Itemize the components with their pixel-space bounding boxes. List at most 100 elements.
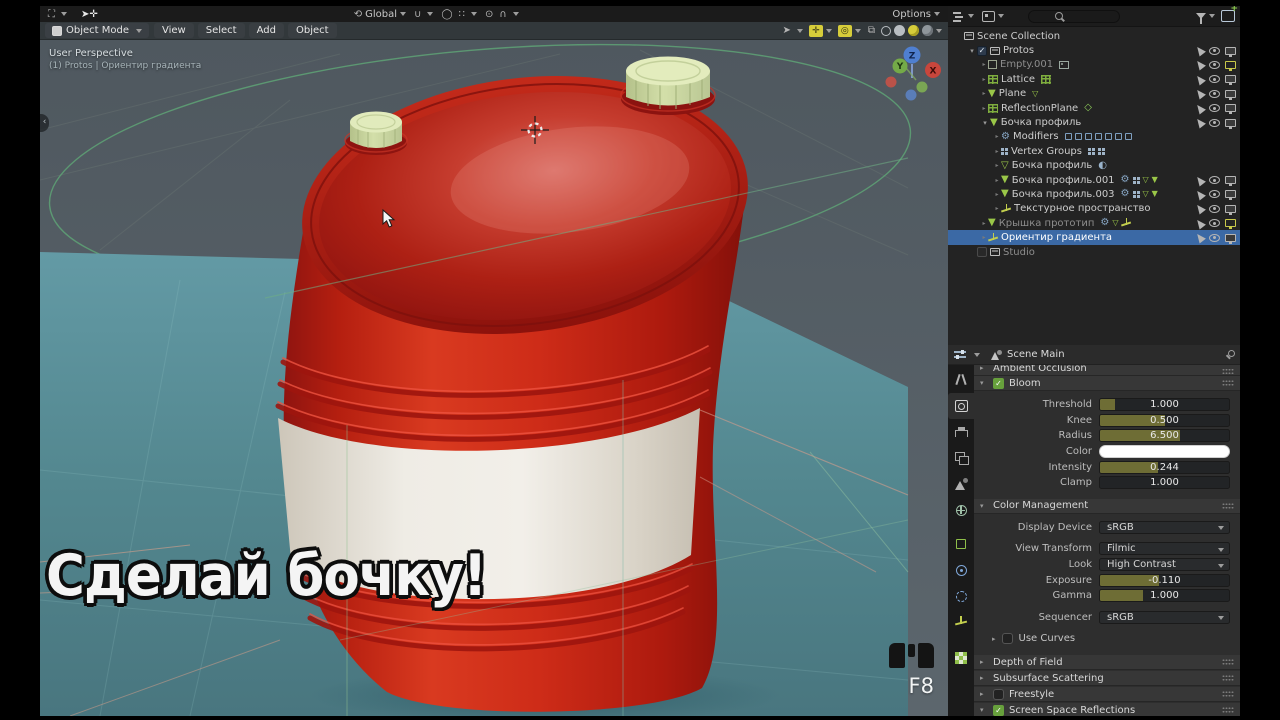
eye-icon[interactable] — [1209, 46, 1220, 55]
monitor-disabled-icon[interactable] — [1225, 60, 1236, 71]
tab-output[interactable] — [948, 419, 974, 445]
eye-icon[interactable] — [1209, 176, 1220, 185]
outliner-row[interactable]: ▸ Ориентир градиента — [948, 230, 1240, 245]
properties-editor-icon[interactable] — [954, 349, 966, 360]
selectability-icon[interactable] — [1194, 102, 1206, 115]
tab-object[interactable] — [948, 531, 974, 557]
panel-color-management-header[interactable]: ▾ Color Management — [974, 498, 1240, 514]
disclosure-icon[interactable]: ▸ — [992, 635, 996, 643]
eye-icon[interactable] — [1209, 204, 1220, 213]
eye-icon[interactable] — [1209, 75, 1220, 84]
tab-view-layer[interactable] — [948, 445, 974, 471]
outliner-row[interactable]: ▸ ▽ Бочка профиль ◐ — [948, 159, 1240, 173]
outliner-row[interactable]: ▸ ▼ Plane ▽ — [948, 87, 1240, 101]
value-slider[interactable]: 1.000 — [1099, 476, 1230, 490]
disclosure-icon[interactable]: ▸ — [980, 690, 988, 698]
visibility-caret[interactable] — [796, 28, 803, 33]
selectability-icon[interactable] — [1194, 116, 1206, 129]
xray-toggle-icon[interactable]: ⧉ — [868, 25, 875, 36]
menu-select[interactable]: Select — [197, 23, 245, 38]
tab-object-data[interactable] — [948, 609, 974, 635]
disclosure-icon[interactable]: ▾ — [980, 119, 990, 127]
tab-physics[interactable] — [948, 557, 974, 583]
dropdown-select[interactable]: sRGB — [1099, 520, 1230, 534]
outliner-row[interactable]: ▸ ▼ Бочка профиль.001 ⚙ ▽ ▼ — [948, 173, 1240, 187]
outliner-row[interactable]: ▸ Lattice — [948, 72, 1240, 86]
use-curves-row[interactable]: ▸ Use Curves — [974, 631, 1240, 646]
menu-add[interactable]: Add — [248, 23, 284, 38]
expand-mark-icon[interactable]: ▸ — [993, 191, 1001, 198]
expand-mark-icon[interactable]: ▸ — [993, 133, 1001, 140]
gizmos-toggle[interactable]: ✛ — [808, 24, 823, 37]
disclosure-icon[interactable]: ▸ — [980, 658, 988, 666]
outliner-row[interactable]: Studio — [948, 245, 1240, 259]
outliner-row[interactable]: Scene Collection — [948, 29, 1240, 43]
value-slider[interactable]: -0.110 — [1099, 573, 1230, 587]
display-mode-icon[interactable] — [982, 10, 995, 22]
expand-mark-icon[interactable]: ▸ — [993, 162, 1001, 169]
outliner-row[interactable]: ▸ Текстурное пространство — [948, 202, 1240, 216]
snap-magnet-icon[interactable]: ∪ — [414, 9, 421, 20]
tab-scene[interactable] — [948, 471, 974, 497]
outliner-row[interactable]: ▸ Vertex Groups — [948, 144, 1240, 158]
monitor-icon[interactable] — [1225, 104, 1236, 115]
expand-mark-icon[interactable]: ▸ — [993, 148, 1001, 155]
tool-dropdown-caret[interactable] — [61, 12, 67, 16]
pivot-point-icon[interactable]: ⊙ — [485, 9, 493, 20]
snap-caret[interactable] — [427, 12, 434, 16]
value-slider[interactable]: 1.000 — [1099, 589, 1230, 603]
monitor-icon[interactable] — [1225, 89, 1236, 100]
snap-grid-icon[interactable]: ∷ — [459, 9, 465, 20]
monitor-icon[interactable] — [1225, 176, 1236, 187]
shading-wireframe-icon[interactable] — [881, 25, 891, 36]
tab-tool[interactable] — [948, 367, 974, 393]
eye-icon[interactable] — [1209, 219, 1220, 228]
falloff-icon[interactable]: ∩ — [499, 9, 506, 20]
barrel-object[interactable] — [275, 52, 763, 712]
falloff-caret[interactable] — [512, 12, 519, 16]
tab-texture[interactable] — [948, 645, 974, 671]
value-slider[interactable]: 0.244 — [1099, 460, 1230, 474]
monitor-icon[interactable] — [1225, 233, 1236, 244]
object-visibility-icon[interactable]: ➤ — [782, 25, 790, 36]
enable-checkbox[interactable] — [993, 688, 1004, 700]
tab-render[interactable] — [948, 393, 974, 419]
expand-mark-icon[interactable]: ▸ — [980, 105, 988, 112]
eye-icon[interactable] — [1209, 233, 1220, 242]
dropdown-select[interactable]: Filmic — [1099, 542, 1230, 556]
panel-screen-space-reflections[interactable]: ▾ ✓ Screen Space Reflections — [974, 703, 1240, 716]
disclosure-icon[interactable]: ▸ — [980, 674, 988, 682]
expand-mark-icon[interactable]: ▸ — [980, 220, 988, 227]
panel-depth-of-field[interactable]: ▸ Depth of Field — [974, 655, 1240, 671]
bloom-enable-checkbox[interactable]: ✓ — [993, 377, 1004, 389]
expand-mark-icon[interactable]: ▸ — [980, 234, 988, 241]
eye-icon[interactable] — [1209, 89, 1220, 98]
monitor-icon[interactable] — [1225, 75, 1236, 86]
expand-mark-icon[interactable]: ▸ — [980, 61, 988, 68]
selectability-icon[interactable] — [1194, 73, 1206, 86]
selectability-icon[interactable] — [1194, 202, 1206, 215]
selectability-icon[interactable] — [1194, 231, 1206, 244]
value-slider[interactable]: 6.500 — [1099, 429, 1230, 443]
collection-checkbox[interactable]: ✓ — [977, 45, 987, 56]
tab-constraints[interactable] — [948, 583, 974, 609]
shading-rendered-icon[interactable] — [922, 25, 933, 36]
monitor-disabled-icon[interactable] — [1225, 219, 1236, 230]
value-slider[interactable]: 0.500 — [1099, 413, 1230, 427]
collection-checkbox[interactable] — [977, 247, 987, 258]
dropdown-select[interactable]: High Contrast — [1099, 558, 1230, 572]
expand-mark-icon[interactable]: ▸ — [993, 177, 1001, 184]
selectability-icon[interactable] — [1194, 58, 1206, 71]
filter-caret[interactable] — [1209, 14, 1215, 18]
panel-bloom-header[interactable]: ▾ ✓ Bloom — [974, 376, 1240, 391]
panel-ambient-occlusion[interactable]: ▸ Ambient Occlusion — [974, 365, 1240, 376]
menu-view[interactable]: View — [154, 23, 194, 38]
selectability-icon[interactable] — [1194, 217, 1206, 230]
panel-freestyle[interactable]: ▸ Freestyle — [974, 687, 1240, 703]
outliner-row[interactable]: ▸ ⚙ Modifiers — [948, 130, 1240, 144]
viewport-3d[interactable]: ⛶ ➤✛ ⟲ Global ∪ ◯ ∷ ⊙ ∩ Options Object M… — [40, 6, 948, 716]
gizmos-caret[interactable] — [825, 28, 832, 33]
eye-icon[interactable] — [1209, 190, 1220, 199]
outliner-row[interactable]: ▸ ReflectionPlane ◇ — [948, 101, 1240, 115]
new-collection-icon[interactable] — [1221, 6, 1238, 22]
